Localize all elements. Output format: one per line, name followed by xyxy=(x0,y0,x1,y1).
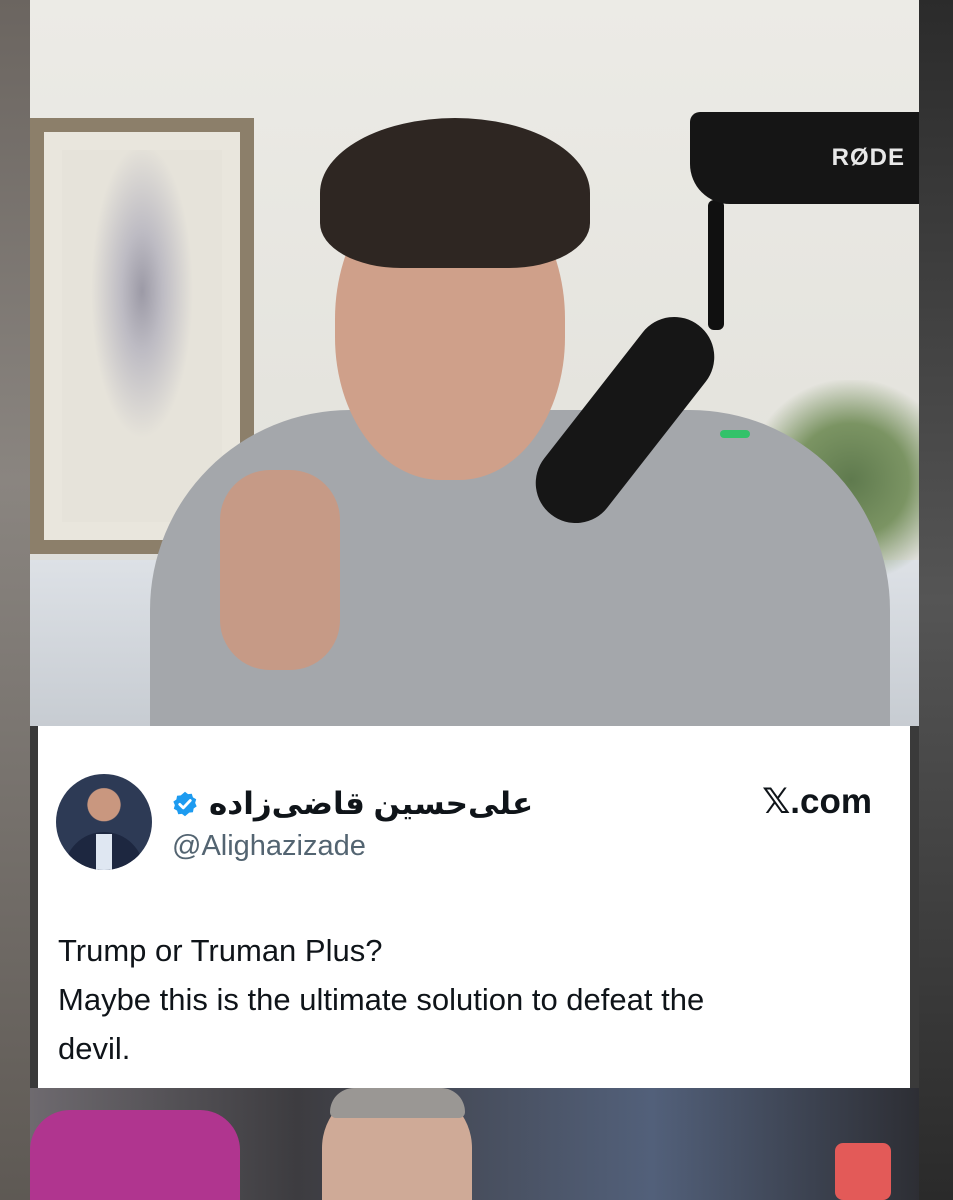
mic-arm xyxy=(708,200,724,330)
tweet-body: Trump or Truman Plus? Maybe this is the … xyxy=(58,926,888,1073)
person-hair-bottom xyxy=(330,1088,465,1118)
verified-badge-icon xyxy=(173,791,197,817)
author-display-name: علی‌حسین قاضی‌زاده xyxy=(209,786,534,821)
video-still-bottom xyxy=(30,1088,919,1200)
boom-arm: RØDE xyxy=(690,112,919,204)
right-frame-edge xyxy=(919,0,953,1200)
tweet-line: Trump or Truman Plus? xyxy=(58,933,383,968)
profile-avatar[interactable] xyxy=(56,774,152,870)
x-com-source[interactable]: 𝕏.com xyxy=(762,782,872,822)
mic-brand-label: RØDE xyxy=(831,144,905,171)
person-hand xyxy=(220,470,340,670)
person-hair xyxy=(320,118,590,268)
tweet-line: Maybe this is the ultimate solution to d… xyxy=(58,982,705,1017)
tweet-line: devil. xyxy=(58,1031,131,1066)
author-handle[interactable]: @Alighazizade xyxy=(172,830,366,863)
phone xyxy=(835,1143,891,1200)
tweet-card: علی‌حسین قاضی‌زاده @Alighazizade 𝕏.com T… xyxy=(38,726,910,1088)
x-com-label: 𝕏.com xyxy=(762,782,872,821)
video-still-top: RØDE xyxy=(30,0,919,726)
author-name-row[interactable]: علی‌حسین قاضی‌زاده xyxy=(171,784,533,824)
left-frame-edge xyxy=(0,0,30,1200)
news-microphone xyxy=(30,1110,240,1200)
microphone-led xyxy=(720,430,750,438)
